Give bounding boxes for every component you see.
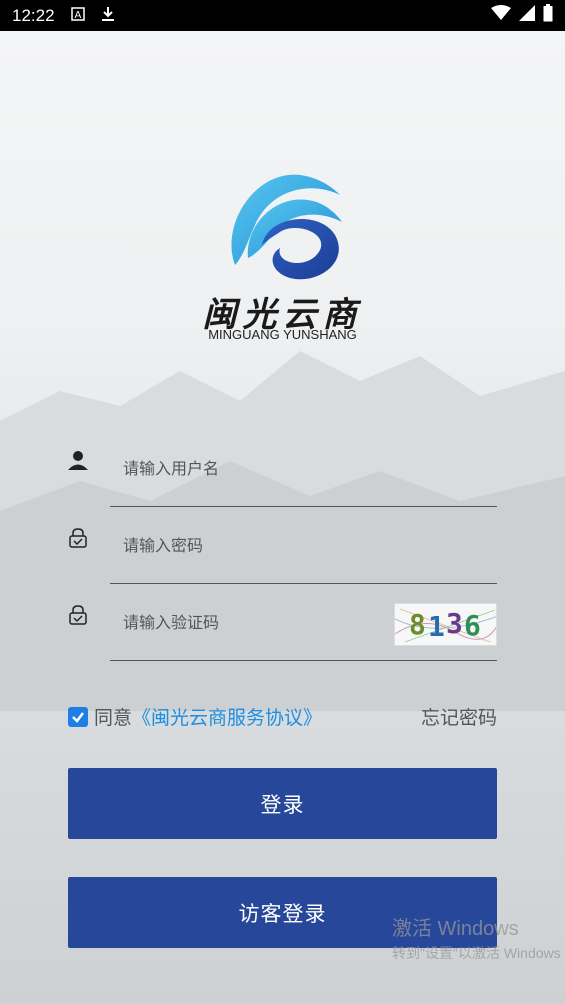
brand-name-en: MINGUANG YUNSHANG xyxy=(208,327,357,342)
lock-icon xyxy=(66,526,90,550)
login-button[interactable]: 登录 xyxy=(68,768,497,839)
download-icon xyxy=(101,6,115,26)
captcha-image[interactable]: 8 1 3 6 xyxy=(394,603,497,646)
captcha-digit: 8 xyxy=(409,608,426,641)
username-input[interactable] xyxy=(110,431,497,507)
check-icon xyxy=(72,711,84,723)
password-row xyxy=(66,508,497,585)
agree-checkbox[interactable] xyxy=(68,706,88,727)
agreement-row: 同意 《闽光云商服务协议》 xyxy=(68,703,322,730)
signal-icon xyxy=(519,5,535,26)
username-row xyxy=(66,431,497,508)
svg-text:A: A xyxy=(74,10,81,21)
battery-icon xyxy=(543,4,553,27)
watermark-line2: 转到"设置"以激活 Windows xyxy=(392,945,561,961)
app-notification-icon: A xyxy=(70,6,85,25)
agree-label: 同意 xyxy=(94,707,133,729)
captcha-digit: 3 xyxy=(446,607,463,640)
service-agreement-link[interactable]: 《闽光云商服务协议》 xyxy=(132,703,322,730)
status-time: 12:22 xyxy=(12,5,55,25)
lock-check-icon xyxy=(66,603,90,627)
status-bar: 12:22 A xyxy=(0,0,565,31)
wifi-icon xyxy=(491,5,511,26)
user-icon xyxy=(66,449,90,473)
password-input[interactable] xyxy=(110,508,497,584)
captcha-digit: 6 xyxy=(464,609,481,642)
forgot-password-link[interactable]: 忘记密码 xyxy=(421,703,497,730)
watermark-line1: 激活 Windows xyxy=(392,918,519,940)
captcha-digit: 1 xyxy=(428,610,445,643)
windows-activation-watermark: 激活 Windows 转到"设置"以激活 Windows xyxy=(392,912,561,963)
